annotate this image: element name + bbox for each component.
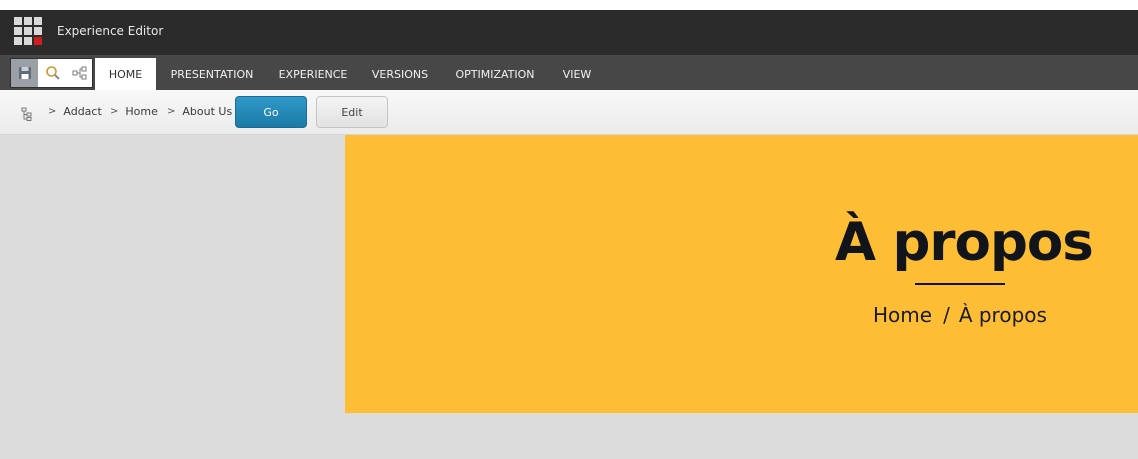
breadcrumb-bar: > Addact > Home > About Us Go Edit xyxy=(0,90,1138,135)
breadcrumb-item-label: Home xyxy=(125,105,158,118)
experience-editor-window: Experience Editor HOME PRESENTATION EXPE… xyxy=(0,0,1138,459)
hero-breadcrumb-home[interactable]: Home xyxy=(873,303,932,327)
tab-optimization[interactable]: OPTIMIZATION xyxy=(446,58,544,90)
title-underline xyxy=(915,283,1005,285)
hero-title[interactable]: À propos xyxy=(835,212,1094,273)
tab-view[interactable]: VIEW xyxy=(556,58,598,90)
breadcrumb-item-label: About Us xyxy=(182,105,233,118)
hero-breadcrumb: Home / À propos xyxy=(873,303,1047,327)
chevron-right-icon: > xyxy=(48,106,57,117)
app-title: Experience Editor xyxy=(57,24,164,38)
hero-breadcrumb-separator: / xyxy=(943,303,950,327)
save-icon[interactable] xyxy=(11,59,38,87)
tab-presentation[interactable]: PRESENTATION xyxy=(162,58,262,90)
tab-experience[interactable]: EXPERIENCE xyxy=(272,58,354,90)
hero-breadcrumb-current: À propos xyxy=(958,303,1047,327)
breadcrumb-item-home[interactable]: > Home xyxy=(110,105,158,118)
tab-home[interactable]: HOME xyxy=(95,58,156,90)
app-launcher-icon[interactable] xyxy=(14,17,43,46)
search-icon[interactable] xyxy=(39,59,66,87)
breadcrumb-item-label: Addact xyxy=(63,105,102,118)
hero-banner[interactable]: À propos Home / À propos xyxy=(345,135,1138,413)
page-canvas: À propos Home / À propos xyxy=(0,135,1138,459)
chevron-right-icon: > xyxy=(167,106,176,117)
chevron-right-icon: > xyxy=(110,106,119,117)
content-tree-icon[interactable] xyxy=(20,106,34,121)
edit-button[interactable]: Edit xyxy=(316,96,388,128)
breadcrumb-item-addact[interactable]: > Addact xyxy=(48,105,102,118)
navigation-tree-icon[interactable] xyxy=(66,59,93,87)
go-button[interactable]: Go xyxy=(235,96,307,128)
ribbon-tab-bar: HOME PRESENTATION EXPERIENCE VERSIONS OP… xyxy=(0,55,1138,90)
title-bar: Experience Editor xyxy=(0,10,1138,55)
tab-versions[interactable]: VERSIONS xyxy=(364,58,436,90)
breadcrumb-item-about-us[interactable]: > About Us xyxy=(167,105,232,118)
quick-access-toolbar xyxy=(10,58,93,88)
